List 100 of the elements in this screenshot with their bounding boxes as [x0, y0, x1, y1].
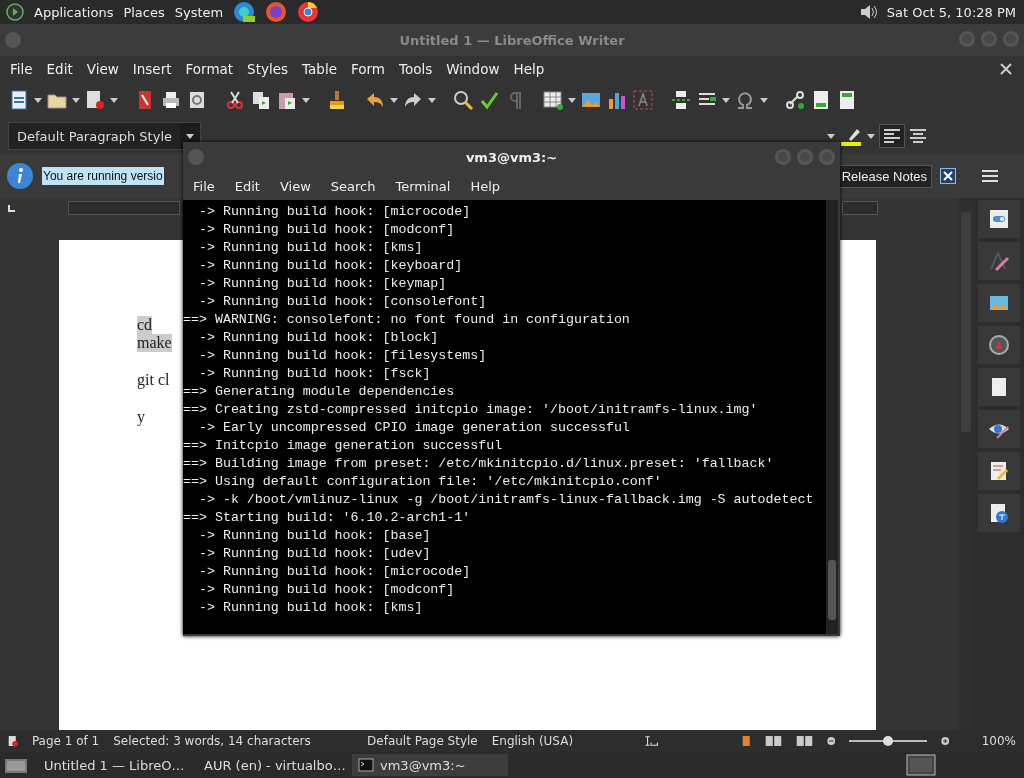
table-icon[interactable]	[542, 89, 564, 111]
terminal-icon	[358, 757, 374, 773]
terminal-output-line: -> Early uncompressed CPIO image generation successful	[197, 419, 631, 437]
tab-stop-icon[interactable]	[8, 204, 16, 212]
menu-item[interactable]: Insert	[126, 61, 178, 77]
terminal-output-line: -> Running build hook: [keyboard]	[197, 257, 464, 275]
browser-icon[interactable]	[297, 1, 320, 23]
document-text: cd	[137, 316, 153, 334]
panel-menu[interactable]: Places	[123, 4, 165, 20]
accessibility-icon	[988, 502, 1010, 524]
menu-item[interactable]: Window	[440, 61, 506, 77]
browser-icon[interactable]	[265, 1, 288, 23]
menu-item[interactable]: Format	[179, 61, 240, 77]
sidebar-button[interactable]	[978, 284, 1020, 322]
close-icon[interactable]	[940, 168, 956, 184]
sidebar-button[interactable]	[978, 200, 1020, 238]
menu-item[interactable]: Form	[345, 61, 391, 77]
menu-logo-icon[interactable]	[6, 3, 24, 21]
page-break-icon[interactable]	[670, 89, 692, 111]
text-cursor-icon[interactable]	[643, 733, 658, 749]
close-icon[interactable]	[1000, 63, 1012, 75]
multi-page-view-icon[interactable]	[764, 733, 782, 749]
menu-item[interactable]: Table	[296, 61, 343, 77]
window-title: vm3@vm3:~	[465, 149, 558, 165]
caret-icon[interactable]	[568, 97, 576, 103]
caret-icon[interactable]	[72, 97, 80, 103]
caret-icon[interactable]	[34, 97, 42, 103]
sidebar-button[interactable]	[978, 410, 1020, 448]
terminal-output-line: -> Running build hook: [fsck]	[197, 365, 432, 383]
zoom-in-icon[interactable]	[940, 735, 950, 747]
caret-icon[interactable]	[390, 97, 398, 103]
zoom-level[interactable]: 100%	[981, 734, 1016, 748]
zoom-out-icon[interactable]	[826, 735, 836, 747]
menu-item[interactable]: View	[80, 61, 125, 77]
caret-icon[interactable]	[186, 133, 194, 139]
menu-item[interactable]: File	[4, 61, 39, 77]
sidebar-button[interactable]	[978, 368, 1020, 406]
terminal-output-line: -> Running build hook: [base]	[197, 527, 432, 545]
terminal-scrollbar[interactable]	[826, 200, 838, 634]
page-style[interactable]: Default Page Style	[367, 734, 478, 748]
show-desktop-icon[interactable]	[4, 756, 28, 774]
window-title: Untitled 1 — LibreOffice Writer	[399, 32, 625, 48]
document-text: git cl	[137, 371, 170, 389]
caret-icon[interactable]	[867, 133, 875, 139]
workspace-switcher-icon[interactable]	[906, 754, 936, 776]
panel-menu[interactable]: Applications	[34, 4, 114, 20]
copy-icon[interactable]	[250, 89, 272, 111]
terminal-output-line: -> Running build hook: [kms]	[197, 239, 424, 257]
document-icon[interactable]	[8, 89, 30, 111]
terminal-output-line: -> Running build hook: [kms]	[197, 599, 424, 617]
caret-icon[interactable]	[302, 97, 310, 103]
book-view-icon[interactable]	[795, 733, 813, 749]
volume-icon[interactable]	[858, 3, 877, 21]
caret-icon[interactable]	[827, 133, 835, 139]
menu-item[interactable]: Tools	[393, 61, 439, 77]
single-page-view-icon[interactable]	[742, 733, 751, 749]
terminal-output-line: ==> Building image from preset: /etc/mkinitcpio.d/linux.preset: 'fallback'	[183, 455, 775, 473]
menu-item[interactable]: View	[273, 178, 317, 194]
notepad-icon	[988, 460, 1010, 482]
menu-icon[interactable]	[982, 169, 998, 183]
menu-item[interactable]: Edit	[40, 61, 79, 77]
menu-item[interactable]: Help	[507, 61, 551, 77]
align-left-button[interactable]	[879, 124, 905, 148]
properties-icon	[988, 208, 1010, 230]
terminal-output-line: -> Running build hook: [microcode]	[197, 563, 472, 581]
terminal-output-line: ==> Using default configuration file: '/etc/mkinitcpio.conf'	[183, 473, 663, 491]
template-icon[interactable]	[84, 89, 106, 111]
browser-icon[interactable]	[233, 1, 256, 23]
caret-icon[interactable]	[722, 97, 730, 103]
sidebar-button[interactable]	[978, 242, 1020, 280]
paragraph-style-field[interactable]: Default Paragraph Style	[8, 122, 201, 150]
taskbar-item[interactable]: vm3@vm3:~	[352, 754, 508, 776]
align-center-icon[interactable]	[909, 128, 927, 144]
hyperlink-icon[interactable]	[784, 89, 806, 111]
page-count[interactable]: Page 1 of 1	[31, 734, 100, 748]
printer-icon[interactable]	[160, 89, 182, 111]
menu-item[interactable]: Edit	[228, 178, 266, 194]
sidebar-button[interactable]	[978, 494, 1020, 532]
styles-icon	[988, 250, 1010, 272]
language[interactable]: English (USA)	[491, 734, 574, 748]
document-status-icon[interactable]	[8, 733, 18, 749]
menu-item[interactable]: File	[187, 178, 221, 194]
document-text: make	[137, 334, 172, 352]
text-box-icon[interactable]	[632, 89, 654, 111]
menu-item[interactable]: Help	[464, 178, 507, 194]
sidebar-button[interactable]	[978, 326, 1020, 364]
menu-item[interactable]: Styles	[241, 61, 295, 77]
menu-item[interactable]: Terminal	[389, 178, 457, 194]
word-count[interactable]: Selected: 3 words, 14 characters	[113, 734, 311, 748]
scissors-icon[interactable]	[224, 89, 246, 111]
sidebar-button[interactable]	[978, 452, 1020, 490]
panel-menu[interactable]: System	[174, 4, 224, 20]
caret-icon[interactable]	[760, 97, 768, 103]
menu-item[interactable]: Search	[324, 178, 382, 194]
caret-icon[interactable]	[428, 97, 436, 103]
caret-icon[interactable]	[110, 97, 118, 103]
navigator-icon	[988, 334, 1010, 356]
find-replace-icon[interactable]	[452, 89, 474, 111]
clock[interactable]: Sat Oct 5, 10:28 PM	[886, 4, 1016, 20]
spellcheck-icon[interactable]	[478, 89, 500, 111]
